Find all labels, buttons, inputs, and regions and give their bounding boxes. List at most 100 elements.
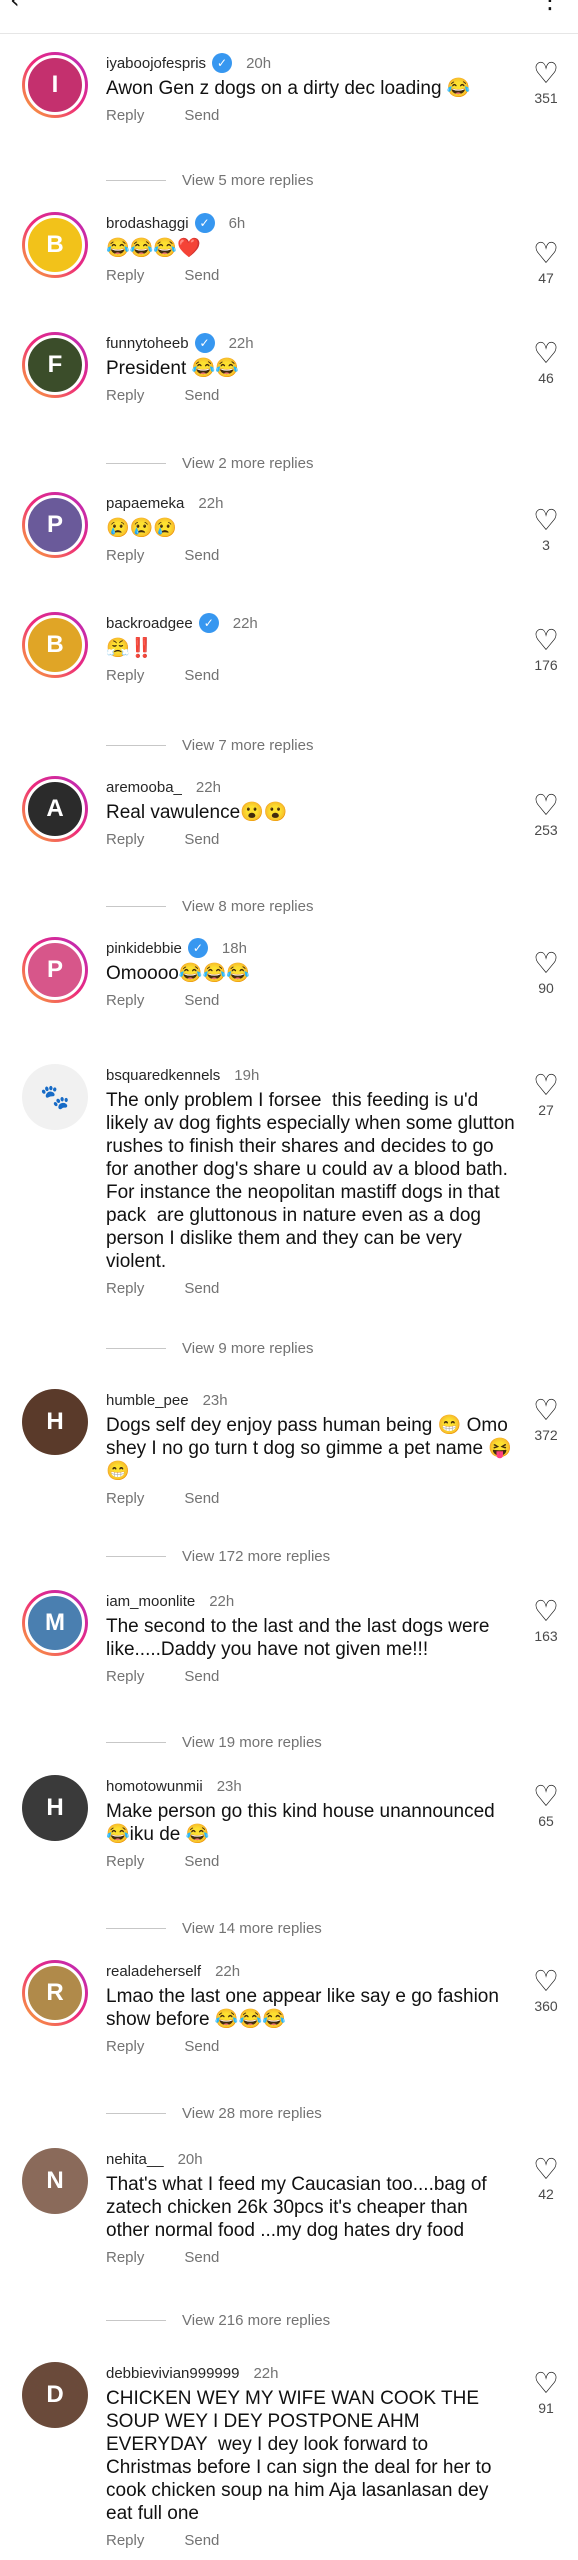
send-button[interactable]: Send xyxy=(184,1668,219,1685)
username-link[interactable]: realadeherself xyxy=(106,1963,201,1980)
heart-icon[interactable]: ♡ xyxy=(516,338,576,368)
avatar[interactable]: A xyxy=(22,776,88,842)
heart-icon[interactable]: ♡ xyxy=(516,625,576,655)
heart-icon[interactable]: ♡ xyxy=(516,238,576,268)
reply-button[interactable]: Reply xyxy=(106,547,144,564)
like-control[interactable]: ♡ 351 xyxy=(516,58,576,106)
reply-button[interactable]: Reply xyxy=(106,1280,144,1297)
send-button[interactable]: Send xyxy=(184,1490,219,1507)
send-button[interactable]: Send xyxy=(184,831,219,848)
heart-icon[interactable]: ♡ xyxy=(516,2368,576,2398)
reply-button[interactable]: Reply xyxy=(106,1490,144,1507)
heart-icon[interactable]: ♡ xyxy=(516,948,576,978)
view-replies-button[interactable]: View 5 more replies xyxy=(106,170,313,190)
send-button[interactable]: Send xyxy=(184,107,219,124)
reply-button[interactable]: Reply xyxy=(106,1668,144,1685)
username-link[interactable]: humble_pee xyxy=(106,1392,189,1409)
like-control[interactable]: ♡ 253 xyxy=(516,790,576,838)
view-replies-button[interactable]: View 7 more replies xyxy=(106,735,313,755)
username-link[interactable]: iam_moonlite xyxy=(106,1593,195,1610)
username-link[interactable]: aremooba_ xyxy=(106,779,182,796)
send-button[interactable]: Send xyxy=(184,1853,219,1870)
send-button[interactable]: Send xyxy=(184,1280,219,1297)
heart-icon[interactable]: ♡ xyxy=(516,1596,576,1626)
send-button[interactable]: Send xyxy=(184,2249,219,2266)
avatar[interactable]: B xyxy=(22,212,88,278)
reply-button[interactable]: Reply xyxy=(106,992,144,1009)
send-button[interactable]: Send xyxy=(184,267,219,284)
avatar[interactable]: P xyxy=(22,937,88,1003)
heart-icon[interactable]: ♡ xyxy=(516,790,576,820)
avatar[interactable]: I xyxy=(22,52,88,118)
view-replies-button[interactable]: View 2 more replies xyxy=(106,453,313,473)
heart-icon[interactable]: ♡ xyxy=(516,58,576,88)
heart-icon[interactable]: ♡ xyxy=(516,505,576,535)
view-replies-button[interactable]: View 9 more replies xyxy=(106,1338,313,1358)
reply-button[interactable]: Reply xyxy=(106,2532,144,2549)
avatar[interactable]: H xyxy=(22,1775,88,1841)
username-link[interactable]: debbievivian999999 xyxy=(106,2365,239,2382)
username-link[interactable]: funnytoheeb xyxy=(106,335,189,352)
username-link[interactable]: brodashaggi xyxy=(106,215,189,232)
like-control[interactable]: ♡ 90 xyxy=(516,948,576,996)
view-replies-button[interactable]: View 19 more replies xyxy=(106,1732,322,1752)
username-link[interactable]: backroadgee xyxy=(106,615,193,632)
avatar[interactable]: M xyxy=(22,1590,88,1656)
like-control[interactable]: ♡ 27 xyxy=(516,1070,576,1118)
avatar[interactable]: H xyxy=(22,1389,88,1455)
heart-icon[interactable]: ♡ xyxy=(516,1781,576,1811)
send-button[interactable]: Send xyxy=(184,387,219,404)
avatar[interactable]: P xyxy=(22,492,88,558)
like-control[interactable]: ♡ 46 xyxy=(516,338,576,386)
comment-meta: aremooba_ 22h xyxy=(106,776,516,798)
reply-button[interactable]: Reply xyxy=(106,1853,144,1870)
heart-icon[interactable]: ♡ xyxy=(516,1070,576,1100)
like-control[interactable]: ♡ 65 xyxy=(516,1781,576,1829)
like-control[interactable]: ♡ 372 xyxy=(516,1395,576,1443)
username-link[interactable]: iyaboojofespris xyxy=(106,55,206,72)
heart-icon[interactable]: ♡ xyxy=(516,2154,576,2184)
avatar[interactable]: R xyxy=(22,1960,88,2026)
username-link[interactable]: homotowunmii xyxy=(106,1778,203,1795)
view-replies-button[interactable]: View 216 more replies xyxy=(106,2310,330,2330)
avatar[interactable]: N xyxy=(22,2148,88,2214)
view-replies-button[interactable]: View 14 more replies xyxy=(106,1918,322,1938)
send-button[interactable]: Send xyxy=(184,992,219,1009)
reply-button[interactable]: Reply xyxy=(106,107,144,124)
avatar[interactable]: D xyxy=(22,2362,88,2428)
like-control[interactable]: ♡ 47 xyxy=(516,238,576,286)
send-button[interactable]: Send xyxy=(184,547,219,564)
like-control[interactable]: ♡ 360 xyxy=(516,1966,576,2014)
like-control[interactable]: ♡ 91 xyxy=(516,2368,576,2416)
reply-button[interactable]: Reply xyxy=(106,831,144,848)
avatar[interactable]: 🐾 xyxy=(22,1064,88,1130)
view-replies-button[interactable]: View 8 more replies xyxy=(106,896,313,916)
send-button[interactable]: Send xyxy=(184,2532,219,2549)
like-control[interactable]: ♡ 3 xyxy=(516,505,576,553)
username-link[interactable]: pinkidebbie xyxy=(106,940,182,957)
reply-button[interactable]: Reply xyxy=(106,2038,144,2055)
comment-text: Awon Gen z dogs on a dirty dec loading 😂 xyxy=(106,78,471,99)
reply-button[interactable]: Reply xyxy=(106,667,144,684)
username-link[interactable]: papaemeka xyxy=(106,495,184,512)
comment-body: iam_moonlite 22h The second to the last an… xyxy=(106,1590,516,1688)
like-control[interactable]: ♡ 42 xyxy=(516,2154,576,2202)
view-replies-button[interactable]: View 28 more replies xyxy=(106,2103,322,2123)
reply-button[interactable]: Reply xyxy=(106,2249,144,2266)
username-link[interactable]: bsquaredkennels xyxy=(106,1067,220,1084)
heart-icon[interactable]: ♡ xyxy=(516,1966,576,1996)
like-count: 372 xyxy=(534,1427,558,1443)
username-link[interactable]: nehita__ xyxy=(106,2151,164,2168)
avatar[interactable]: B xyxy=(22,612,88,678)
more-options-icon[interactable]: ⋮ xyxy=(538,0,562,14)
heart-icon[interactable]: ♡ xyxy=(516,1395,576,1425)
like-control[interactable]: ♡ 163 xyxy=(516,1596,576,1644)
like-control[interactable]: ♡ 176 xyxy=(516,625,576,673)
reply-button[interactable]: Reply xyxy=(106,267,144,284)
avatar[interactable]: F xyxy=(22,332,88,398)
send-button[interactable]: Send xyxy=(184,667,219,684)
view-replies-button[interactable]: View 172 more replies xyxy=(106,1546,330,1566)
reply-button[interactable]: Reply xyxy=(106,387,144,404)
back-icon[interactable]: ‹ xyxy=(10,0,20,14)
send-button[interactable]: Send xyxy=(184,2038,219,2055)
